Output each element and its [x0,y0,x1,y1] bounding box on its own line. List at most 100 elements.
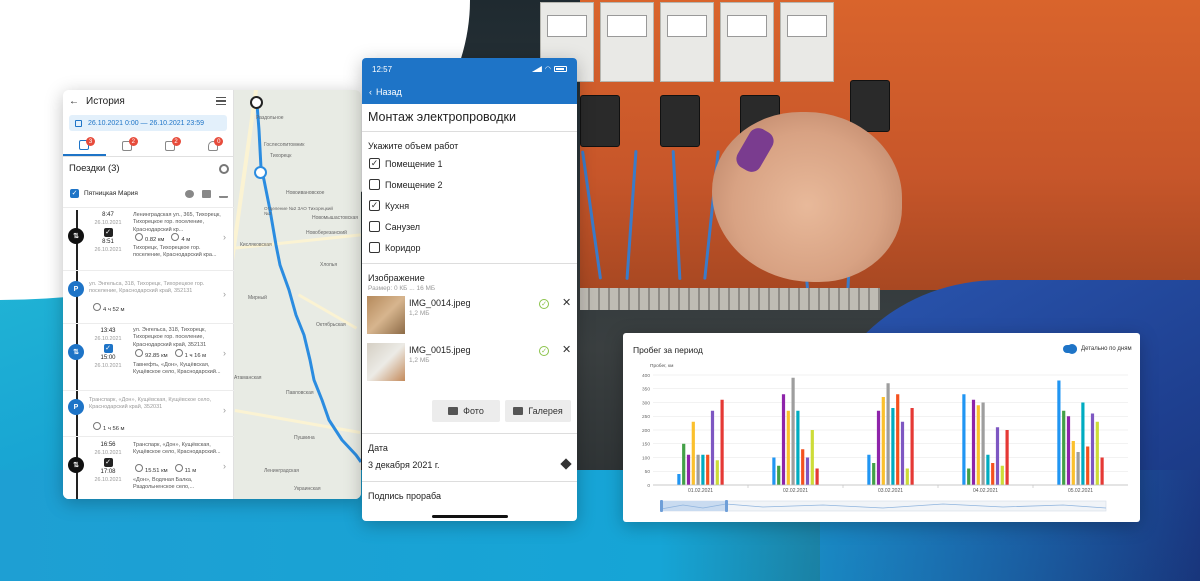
trip-stats: 92.85 км 1 ч 16 м [135,349,206,359]
bar [881,397,885,485]
bar [801,449,805,485]
checkbox-checked[interactable]: ✓ [369,158,380,169]
trip-from-address: ул. Энгельса, 318, Тихорецк, Тихорецкое … [133,327,207,348]
parking-icon: P [68,281,84,297]
parking-item[interactable]: P Транспарк, «Дон», Кущёвская, Кущёвское… [63,390,234,432]
bar [900,421,905,485]
trip-from-address: Ленинградская ул., 365, Тихорецк, Тихоре… [133,212,221,233]
bar [706,454,710,485]
date-range-picker[interactable]: 26.10.2021 0:00 — 26.10.2021 23:59 [69,115,227,131]
tab-notifications[interactable]: 0 [191,135,234,156]
bar [1095,421,1099,485]
trip-checkbox[interactable]: ✓ [103,228,113,238]
tab-checklists[interactable]: 2 [149,135,192,156]
home-indicator [432,515,508,518]
wifi-icon: ◠ [544,66,551,73]
parking-address: ул. Энгельса, 318, Тихорецк, Тихорецкое … [89,281,205,295]
image-label: Изображение [368,273,425,283]
finish-marker-icon[interactable] [254,166,267,179]
close-icon[interactable]: ✕ [562,343,571,356]
calendar-icon [75,119,82,127]
image-filename: IMG_0014.jpeg [409,298,471,308]
option-room-1[interactable]: ✓ Помещение 1 [369,158,443,169]
bar [1081,402,1085,485]
gallery-button[interactable]: Галерея [505,400,571,422]
scope-label: Укажите объем работ [368,141,459,151]
duration-icon [93,422,101,430]
palette-icon[interactable] [185,189,194,198]
duration-icon [174,349,183,357]
divider [362,131,577,132]
option-bathroom[interactable]: Санузел [369,221,420,232]
end-date: 26.10.2021 [94,246,122,253]
route-map[interactable]: Раздольное Тихорецк Новоивановское Отдел… [234,90,361,499]
image-attachment[interactable]: IMG_0014.jpeg 1,2 МБ ✓ ✕ [367,296,572,338]
back-button[interactable]: Назад [376,87,402,97]
bar [905,468,909,485]
chevron-right-icon: › [223,289,226,299]
chevron-right-icon: › [223,461,226,471]
image-attachment[interactable]: IMG_0015.jpeg 1,2 МБ ✓ ✕ [367,343,572,385]
trip-duration: 4 м [181,237,191,243]
gear-icon[interactable] [219,163,229,174]
duration-icon [174,464,183,472]
download-icon[interactable] [219,190,228,198]
checkbox-checked[interactable]: ✓ [369,200,380,211]
tab-reports[interactable]: 2 [106,135,149,156]
trip-checkbox[interactable]: ✓ [103,344,113,354]
image-thumbnail[interactable] [367,343,405,381]
parking-item[interactable]: P ул. Энгельса, 318, Тихорецк, Тихорецко… [63,270,234,314]
menu-icon[interactable] [216,97,226,105]
start-date: 26.10.2021 [94,449,122,456]
start-date: 26.10.2021 [94,219,122,226]
trip-checkbox[interactable]: ✓ [103,458,113,468]
trip-item[interactable]: ⇅ 13:43 26.10.2021 ✓ 15:00 26.10.2021 ул… [63,323,234,386]
start-date: 26.10.2021 [94,335,122,342]
daily-detail-toggle[interactable] [1063,344,1077,354]
size-note: Размер: 0 КБ ... 16 МБ [368,285,436,292]
trip-item[interactable]: ⇅ 8:47 26.10.2021 ✓ 8:51 26.10.2021 Лени… [63,207,234,270]
checkbox[interactable] [369,179,380,190]
tab-trips[interactable]: 3 [63,135,106,156]
close-icon[interactable]: ✕ [562,296,571,309]
mileage-chart-card: 0 50 100 150 200 250 300 350 400 01.02.2021 02.02.… [623,333,1140,522]
bar [1076,452,1080,485]
y-tick-label: 300 [642,400,650,406]
option-label: Помещение 2 [385,179,443,190]
photo-button[interactable]: Фото [432,400,500,422]
map-label: Павловская [286,390,314,396]
option-room-2[interactable]: Помещение 2 [369,179,443,190]
eraser-icon[interactable] [560,458,572,470]
x-tick-label: 02.02.2021 [783,488,808,494]
bar [1086,446,1090,485]
map-label: Пушкина [294,435,315,441]
y-tick-label: 150 [642,442,650,448]
bar [910,408,914,485]
checkbox[interactable] [369,221,380,232]
option-kitchen[interactable]: ✓ Кухня [369,200,409,211]
image-thumbnail[interactable] [367,296,405,334]
map-label: Украинская [294,486,321,492]
list-icon[interactable] [202,189,211,198]
map-label: Кисляковская [240,242,272,248]
y-tick-label: 400 [642,373,650,379]
trip-item[interactable]: ⇅ 16:56 26.10.2021 ✓ 17:08 26.10.2021 Тр… [63,436,234,499]
bar [781,394,786,485]
back-arrow-icon[interactable]: ← [69,96,79,107]
end-time: 8:51 [102,239,114,246]
trips-title: Поездки (3) [69,163,120,174]
parking-duration: 1 ч 56 м [103,426,125,432]
date-field[interactable]: 3 декабря 2021 г. [368,460,440,470]
map-label: Новомышастовская [312,215,358,221]
person-checkbox[interactable]: ✓ [70,189,79,198]
trip-distance: 15.51 км [145,468,168,474]
checkbox[interactable] [369,242,380,253]
history-header: ← История [63,90,234,112]
map-label: Раздольное [256,115,284,121]
trip-times: 8:47 26.10.2021 ✓ 8:51 26.10.2021 [91,212,125,254]
trip-distance: 92.85 км [145,353,168,359]
start-marker-icon[interactable] [250,96,263,109]
bar [891,408,895,485]
back-chevron-icon[interactable]: ‹ [369,87,372,97]
option-corridor[interactable]: Коридор [369,242,421,253]
